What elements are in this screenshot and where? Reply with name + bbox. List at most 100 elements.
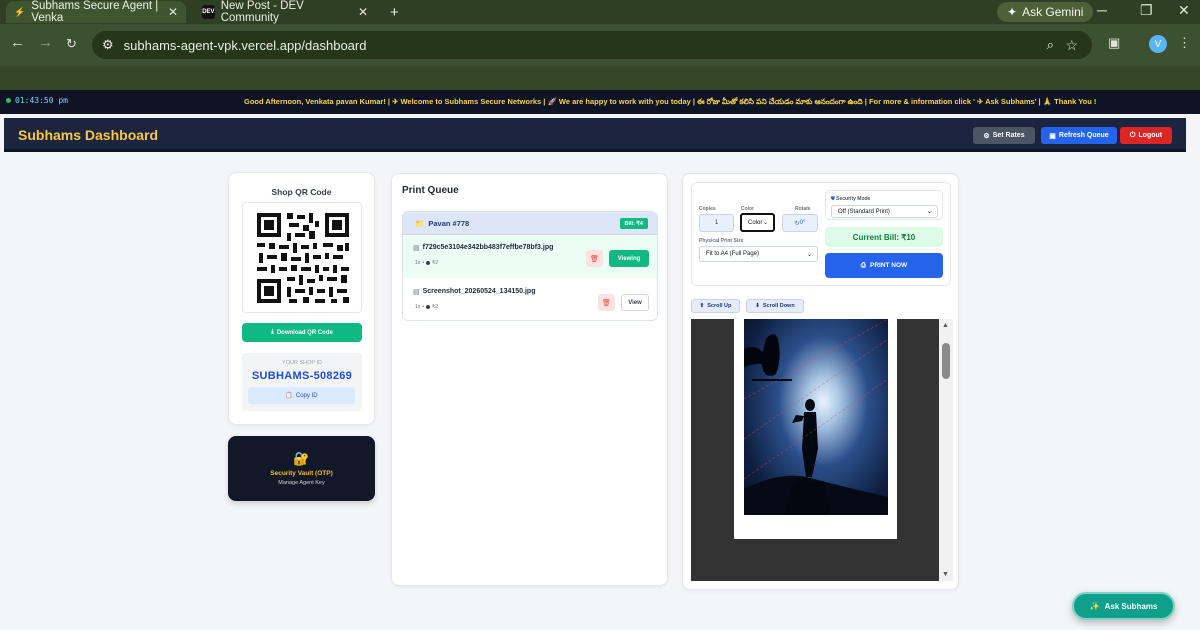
qr-card-title: Shop QR Code [271, 187, 332, 197]
file-icon: ▤ [413, 245, 420, 252]
copies-input[interactable]: 1 [699, 214, 734, 232]
reload-icon[interactable]: ↻ [66, 36, 77, 52]
chevron-down-icon: ⌄ [762, 220, 768, 226]
tab-title: New Post - DEV Community [220, 0, 304, 24]
color-select[interactable]: Color ⌄ [740, 213, 775, 232]
file-name-label: Screenshot_20260524_134150.jpg [422, 288, 536, 295]
job-header: 📁 Pavan #778 Bill: ₹4 [403, 212, 657, 235]
refresh-icon: ▣ [1049, 132, 1056, 140]
shop-id-box: YOUR SHOP ID SUBHAMS-508269 📋 Copy ID [242, 353, 362, 411]
delete-file-button[interactable]: 🗑 [598, 294, 615, 311]
ask-subhams-label: Ask Subhams [1104, 601, 1158, 611]
view-button[interactable]: View [621, 294, 649, 311]
print-queue-card: Print Queue 📁 Pavan #778 Bill: ₹4 ▤ f729… [391, 173, 668, 586]
scroll-arrow-up-icon[interactable]: ▲ [942, 322, 949, 329]
minimize-icon[interactable]: ─ [1097, 2, 1107, 18]
profile-avatar[interactable]: V [1149, 35, 1167, 53]
security-mode-label: ⛊ Security Mode [831, 196, 870, 202]
security-mode-value: Off (Standard Print) [838, 208, 890, 215]
browser-tab-active[interactable]: ⚡ Subhams Secure Agent | Venka ✕ [6, 0, 186, 24]
file-copies: 1x [415, 260, 421, 266]
vault-title: Security Vault (OTP) [270, 470, 333, 477]
logout-label: Logout [1138, 132, 1163, 139]
job-card: 📁 Pavan #778 Bill: ₹4 ▤ f729c5e3104e342b… [402, 211, 658, 321]
copy-id-button[interactable]: 📋 Copy ID [248, 387, 355, 404]
print-queue-title: Print Queue [402, 185, 459, 196]
current-bill: Current Bill: ₹10 [825, 227, 943, 247]
close-icon[interactable]: ✕ [168, 5, 178, 19]
scroll-up-label: Scroll Up [707, 303, 732, 309]
printer-icon: ⎙ [860, 261, 866, 269]
refresh-queue-label: Refresh Queue [1058, 132, 1109, 139]
browser-tab-bar: ⚡ Subhams Secure Agent | Venka ✕ DEV New… [0, 0, 1200, 24]
restore-icon[interactable]: ❐ [1140, 2, 1153, 19]
site-info-icon[interactable]: ⚙ [102, 37, 114, 53]
color-swatch [426, 305, 431, 309]
file-meta: 1x • ₹2 [415, 260, 438, 266]
scroll-thumb[interactable] [942, 343, 950, 379]
browser-tab[interactable]: DEV New Post - DEV Community ✕ [194, 0, 376, 24]
color-dot-icon: • [422, 304, 425, 310]
print-now-label: PRINT NOW [870, 262, 908, 269]
url-field[interactable]: ⚙ subhams-agent-vpk.vercel.app/dashboard… [92, 31, 1092, 59]
viewing-button[interactable]: Viewing [609, 250, 649, 267]
live-clock: 01:43:50 pm [6, 96, 68, 105]
document-preview[interactable]: ▲ ▼ [691, 319, 953, 581]
job-bill-badge: Bill: ₹4 [619, 218, 648, 229]
scroll-arrow-down-icon[interactable]: ▼ [942, 571, 949, 578]
print-now-button[interactable]: ⎙ PRINT NOW [825, 253, 943, 278]
close-icon[interactable]: ✕ [358, 5, 368, 19]
job-name-label: Pavan #778 [428, 219, 470, 228]
rotate-value: 0° [799, 220, 806, 226]
scroll-up-button[interactable]: ⬆ Scroll Up [691, 299, 740, 313]
gemini-sparkle-icon: ✦ [1007, 5, 1018, 19]
sparkle-icon: ✨ [1089, 601, 1100, 611]
bookmark-star-icon[interactable]: ☆ [1065, 37, 1078, 54]
dashboard-header: Subhams Dashboard ⚙ Set Rates ▣ Refresh … [4, 118, 1186, 152]
preview-page [734, 319, 897, 539]
zoom-icon[interactable]: ⌕ [1047, 37, 1054, 53]
security-mode-box: ⛊ Security Mode Off (Standard Print) ⌄ [825, 190, 943, 220]
refresh-queue-button[interactable]: ▣ Refresh Queue [1041, 127, 1117, 144]
ask-gemini-button[interactable]: ✦ Ask Gemini [997, 2, 1094, 22]
ask-gemini-label: Ask Gemini [1022, 5, 1084, 19]
chevron-down-icon: ⌄ [926, 209, 932, 215]
file-price: ₹2 [432, 260, 439, 266]
back-icon[interactable]: ← [10, 34, 25, 51]
security-mode-select[interactable]: Off (Standard Print) ⌄ [831, 205, 938, 218]
rotate-button[interactable]: ↻ 0° [782, 214, 818, 232]
ask-subhams-button[interactable]: ✨ Ask Subhams [1072, 592, 1175, 620]
ticker-bar: 01:43:50 pm Good Afternoon, Venkata pava… [0, 90, 1200, 114]
new-tab-button[interactable]: + [382, 1, 407, 23]
clock-time: 01:43:50 pm [15, 96, 68, 105]
color-label: Color [741, 206, 755, 212]
lock-icon: 🔐 [293, 451, 310, 466]
job-name: 📁 Pavan #778 [415, 219, 469, 228]
delete-file-button[interactable]: 🗑 [586, 250, 603, 267]
gear-icon: ⚙ [983, 132, 990, 140]
logout-button[interactable]: ⏻ Logout [1120, 127, 1172, 144]
set-rates-label: Set Rates [992, 132, 1025, 139]
security-vault-button[interactable]: 🔐 Security Vault (OTP) Manage Agent Key [228, 436, 375, 501]
bookmarks-strip [0, 66, 1200, 90]
qr-code [242, 202, 362, 313]
physical-size-select[interactable]: Fit to A4 (Full Page) ⌄ [699, 246, 818, 262]
shop-id-label: YOUR SHOP ID [282, 360, 322, 366]
download-qr-button[interactable]: ⤓ Download QR Code [242, 323, 362, 342]
file-name: ▤ f729c5e3104e342bb483f7effbe78bf3.jpg [413, 244, 553, 252]
preview-scrollbar[interactable]: ▲ ▼ [939, 319, 953, 581]
ticker-message: Good Afternoon, Venkata pavan Kumar! | ✈… [244, 97, 1097, 106]
forward-icon[interactable]: → [38, 34, 53, 51]
file-row: ▤ Screenshot_20260524_134150.jpg 1x • ₹2… [403, 280, 657, 320]
physical-size-label: Physical Print Size [699, 238, 744, 244]
download-icon: ⤓ [271, 329, 274, 335]
window-close-icon[interactable]: ✕ [1178, 2, 1190, 19]
set-rates-button[interactable]: ⚙ Set Rates [973, 127, 1035, 144]
download-qr-label: Download QR Code [276, 329, 333, 336]
menu-kebab-icon[interactable]: ⋮ [1178, 35, 1191, 51]
file-name-label: f729c5e3104e342bb483f7effbe78bf3.jpg [422, 244, 554, 251]
tab-search-icon[interactable]: ▣ [1108, 35, 1120, 51]
scroll-down-button[interactable]: ⬇ Scroll Down [746, 299, 804, 313]
security-mode-text: Security Mode [836, 196, 871, 202]
trash-icon: 🗑 [590, 255, 599, 263]
